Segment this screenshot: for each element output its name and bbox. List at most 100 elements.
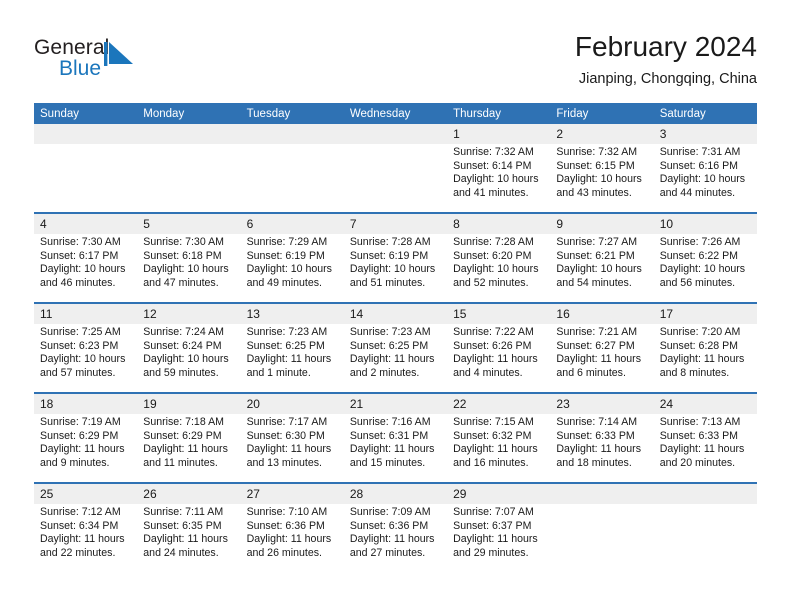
day-cell[interactable]: 14 Sunrise: 7:23 AM Sunset: 6:25 PM Dayl…	[343, 302, 448, 393]
daylight-text-line2: and 18 minutes.	[556, 456, 632, 469]
day-number: 14	[343, 304, 448, 324]
day-cell[interactable]: 6 Sunrise: 7:29 AM Sunset: 6:19 PM Dayli…	[240, 212, 344, 303]
day-details: Sunrise: 7:23 AM Sunset: 6:25 PM Dayligh…	[241, 324, 344, 380]
day-number: 1	[447, 124, 551, 144]
day-number: 5	[137, 214, 241, 234]
sunrise-text: Sunrise: 7:14 AM	[556, 416, 638, 428]
day-cell[interactable]: 12 Sunrise: 7:24 AM Sunset: 6:24 PM Dayl…	[137, 302, 241, 393]
weekday-header-tuesday: Tuesday	[240, 103, 344, 124]
sunrise-text: Sunrise: 7:23 AM	[349, 326, 431, 338]
day-details: Sunrise: 7:16 AM Sunset: 6:31 PM Dayligh…	[344, 414, 447, 470]
day-cell[interactable]: 20 Sunrise: 7:17 AM Sunset: 6:30 PM Dayl…	[240, 392, 344, 483]
day-cell[interactable]	[653, 482, 757, 572]
day-cell[interactable]	[343, 124, 448, 213]
daylight-text-line2: and 52 minutes.	[453, 276, 529, 289]
week-row: 1 Sunrise: 7:32 AM Sunset: 6:14 PM Dayli…	[34, 124, 757, 213]
day-cell[interactable]: 21 Sunrise: 7:16 AM Sunset: 6:31 PM Dayl…	[343, 392, 448, 483]
daylight-text-line2: and 49 minutes.	[246, 276, 322, 289]
general-blue-logo[interactable]: General Blue	[34, 36, 164, 86]
weekday-header-monday: Monday	[137, 103, 241, 124]
day-cell[interactable]	[137, 124, 241, 213]
day-cell[interactable]: 4 Sunrise: 7:30 AM Sunset: 6:17 PM Dayli…	[34, 212, 138, 303]
sunset-text: Sunset: 6:31 PM	[349, 429, 429, 442]
day-cell[interactable]: 28 Sunrise: 7:09 AM Sunset: 6:36 PM Dayl…	[343, 482, 448, 572]
sunrise-text: Sunrise: 7:19 AM	[40, 416, 121, 428]
sunset-text: Sunset: 6:36 PM	[349, 519, 429, 532]
day-cell[interactable]: 18 Sunrise: 7:19 AM Sunset: 6:29 PM Dayl…	[34, 392, 138, 483]
weekday-header-thursday: Thursday	[447, 103, 551, 124]
daylight-text-line1: Daylight: 11 hours	[659, 443, 745, 456]
day-details: Sunrise: 7:18 AM Sunset: 6:29 PM Dayligh…	[137, 414, 240, 470]
day-cell[interactable]: 17 Sunrise: 7:20 AM Sunset: 6:28 PM Dayl…	[653, 302, 757, 393]
daylight-text-line2: and 11 minutes.	[143, 456, 218, 469]
sunrise-text: Sunrise: 7:27 AM	[556, 236, 638, 248]
day-details: Sunrise: 7:23 AM Sunset: 6:25 PM Dayligh…	[344, 324, 447, 380]
calendar-body: 1 Sunrise: 7:32 AM Sunset: 6:14 PM Dayli…	[34, 124, 757, 572]
sunset-text: Sunset: 6:18 PM	[143, 249, 222, 262]
day-details: Sunrise: 7:31 AM Sunset: 6:16 PM Dayligh…	[654, 144, 757, 200]
day-cell[interactable]: 8 Sunrise: 7:28 AM Sunset: 6:20 PM Dayli…	[447, 212, 551, 303]
day-cell[interactable]	[240, 124, 344, 213]
day-cell[interactable]: 13 Sunrise: 7:23 AM Sunset: 6:25 PM Dayl…	[240, 302, 344, 393]
day-number: 7	[343, 214, 448, 234]
day-number: 18	[34, 394, 138, 414]
daylight-text-line1: Daylight: 10 hours	[143, 263, 229, 276]
sunrise-text: Sunrise: 7:21 AM	[556, 326, 638, 338]
day-cell[interactable]: 10 Sunrise: 7:26 AM Sunset: 6:22 PM Dayl…	[653, 212, 757, 303]
daylight-text-line2: and 41 minutes.	[453, 186, 529, 199]
sunrise-text: Sunrise: 7:16 AM	[349, 416, 431, 428]
sunset-text: Sunset: 6:20 PM	[453, 249, 532, 262]
day-cell[interactable]: 16 Sunrise: 7:21 AM Sunset: 6:27 PM Dayl…	[550, 302, 654, 393]
day-cell[interactable]: 24 Sunrise: 7:13 AM Sunset: 6:33 PM Dayl…	[653, 392, 757, 483]
day-cell[interactable]: 22 Sunrise: 7:15 AM Sunset: 6:32 PM Dayl…	[447, 392, 551, 483]
day-cell[interactable]: 7 Sunrise: 7:28 AM Sunset: 6:19 PM Dayli…	[343, 212, 448, 303]
day-number: 19	[137, 394, 241, 414]
sunset-text: Sunset: 6:33 PM	[556, 429, 635, 442]
daylight-text-line1: Daylight: 11 hours	[349, 353, 435, 366]
sunrise-text: Sunrise: 7:18 AM	[143, 416, 224, 428]
day-number: 28	[343, 484, 448, 504]
sunset-text: Sunset: 6:28 PM	[659, 339, 739, 352]
day-details: Sunrise: 7:17 AM Sunset: 6:30 PM Dayligh…	[241, 414, 344, 470]
daylight-text-line2: and 51 minutes.	[349, 276, 426, 289]
day-cell[interactable]: 11 Sunrise: 7:25 AM Sunset: 6:23 PM Dayl…	[34, 302, 138, 393]
day-details: Sunrise: 7:11 AM Sunset: 6:35 PM Dayligh…	[137, 504, 240, 560]
sunrise-text: Sunrise: 7:31 AM	[659, 146, 741, 158]
day-details: Sunrise: 7:25 AM Sunset: 6:23 PM Dayligh…	[34, 324, 137, 380]
day-cell[interactable]: 9 Sunrise: 7:27 AM Sunset: 6:21 PM Dayli…	[550, 212, 654, 303]
day-cell[interactable]	[550, 482, 654, 572]
day-cell[interactable]: 15 Sunrise: 7:22 AM Sunset: 6:26 PM Dayl…	[447, 302, 551, 393]
day-number: 26	[137, 484, 241, 504]
daylight-text-line2: and 57 minutes.	[40, 366, 116, 379]
day-cell[interactable]: 29 Sunrise: 7:07 AM Sunset: 6:37 PM Dayl…	[447, 482, 551, 572]
page-title: February 2024	[574, 31, 757, 62]
day-cell[interactable]: 26 Sunrise: 7:11 AM Sunset: 6:35 PM Dayl…	[137, 482, 241, 572]
day-cell[interactable]: 2 Sunrise: 7:32 AM Sunset: 6:15 PM Dayli…	[550, 124, 654, 213]
day-details: Sunrise: 7:14 AM Sunset: 6:33 PM Dayligh…	[550, 414, 653, 470]
day-cell[interactable]: 3 Sunrise: 7:31 AM Sunset: 6:16 PM Dayli…	[653, 124, 757, 213]
sunrise-text: Sunrise: 7:23 AM	[246, 326, 328, 338]
sunrise-text: Sunrise: 7:30 AM	[143, 236, 224, 248]
daylight-text-line2: and 29 minutes.	[453, 546, 529, 559]
day-cell[interactable]: 5 Sunrise: 7:30 AM Sunset: 6:18 PM Dayli…	[137, 212, 241, 303]
page-header: General Blue February 2024 Jianping, Cho…	[0, 0, 792, 100]
day-details: Sunrise: 7:30 AM Sunset: 6:18 PM Dayligh…	[137, 234, 240, 290]
daylight-text-line1: Daylight: 10 hours	[246, 263, 332, 276]
daylight-text-line1: Daylight: 10 hours	[40, 353, 126, 366]
day-cell[interactable]: 25 Sunrise: 7:12 AM Sunset: 6:34 PM Dayl…	[34, 482, 138, 572]
logo-text-blue: Blue	[59, 57, 102, 80]
daylight-text-line1: Daylight: 11 hours	[246, 353, 332, 366]
daylight-text-line2: and 6 minutes.	[556, 366, 626, 379]
weekday-header-saturday: Saturday	[653, 103, 757, 124]
day-cell[interactable]: 1 Sunrise: 7:32 AM Sunset: 6:14 PM Dayli…	[447, 124, 551, 213]
daylight-text-line1: Daylight: 11 hours	[349, 443, 435, 456]
sunset-text: Sunset: 6:19 PM	[349, 249, 429, 262]
day-details	[344, 144, 447, 146]
day-cell[interactable]: 27 Sunrise: 7:10 AM Sunset: 6:36 PM Dayl…	[240, 482, 344, 572]
day-cell[interactable]: 23 Sunrise: 7:14 AM Sunset: 6:33 PM Dayl…	[550, 392, 654, 483]
day-details: Sunrise: 7:12 AM Sunset: 6:34 PM Dayligh…	[34, 504, 137, 560]
sunset-text: Sunset: 6:22 PM	[659, 249, 739, 262]
daylight-text-line2: and 24 minutes.	[143, 546, 219, 559]
day-cell[interactable]	[34, 124, 138, 213]
day-cell[interactable]: 19 Sunrise: 7:18 AM Sunset: 6:29 PM Dayl…	[137, 392, 241, 483]
